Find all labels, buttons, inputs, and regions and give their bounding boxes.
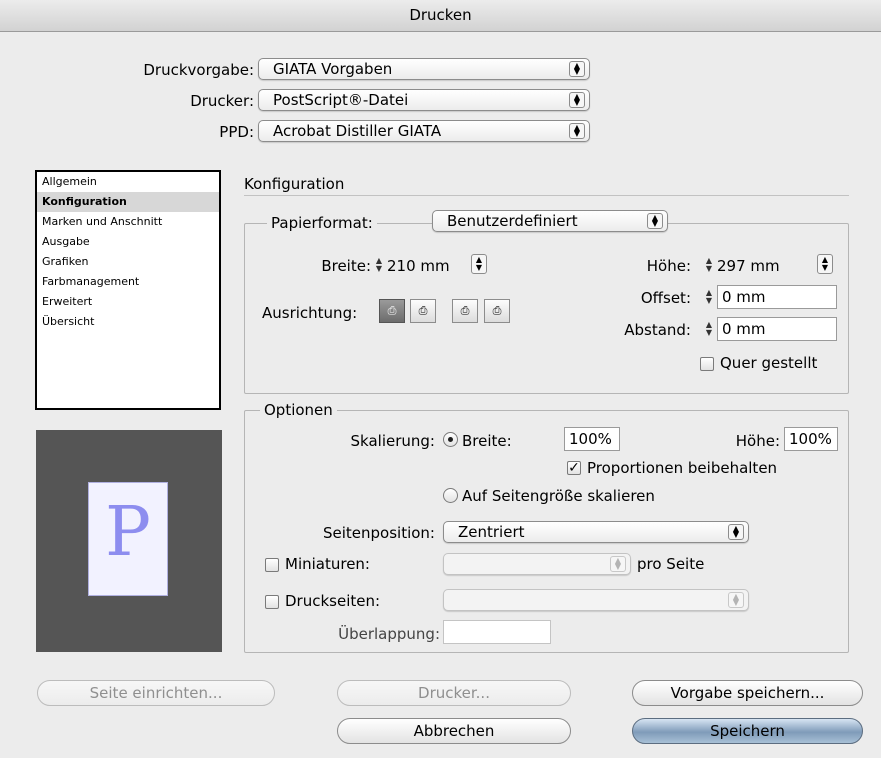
ppd-label: PPD: xyxy=(219,123,254,141)
overlap-label: Überlappung: xyxy=(338,625,440,643)
tiles-label: Druckseiten: xyxy=(285,592,381,610)
sidebar-item-konfiguration[interactable]: Konfiguration xyxy=(37,192,219,212)
gap-label: Abstand: xyxy=(624,321,691,339)
ppd-popup[interactable]: Acrobat Distiller GIATA ▲ ▼ xyxy=(258,120,590,142)
cancel-button[interactable]: Abbrechen xyxy=(337,718,571,744)
width-value[interactable]: 210 mm xyxy=(387,257,450,275)
ppd-value: Acrobat Distiller GIATA xyxy=(273,122,442,140)
paper-format-value: Benutzerdefiniert xyxy=(447,212,578,230)
thumbnails-label: Miniaturen: xyxy=(285,555,370,573)
height-value[interactable]: 297 mm xyxy=(717,257,780,275)
proportions-checkbox[interactable]: ✓ xyxy=(567,461,581,475)
page-position-value: Zentriert xyxy=(458,523,525,541)
overlap-field[interactable] xyxy=(443,620,551,644)
tiles-checkbox[interactable] xyxy=(265,595,279,609)
category-list[interactable]: Allgemein Konfiguration Marken und Ansch… xyxy=(35,170,221,410)
popup-arrows-icon: ▲ ▼ xyxy=(647,213,663,229)
window-title: Drucken xyxy=(409,6,472,24)
sidebar-item-grafiken[interactable]: Grafiken xyxy=(37,252,219,272)
save-button[interactable]: Speichern xyxy=(632,718,863,744)
page-setup-button[interactable]: Seite einrichten... xyxy=(37,680,275,706)
sidebar-item-allgemein[interactable]: Allgemein xyxy=(37,172,219,192)
scale-height-label: Höhe: xyxy=(735,432,780,450)
height-label: Höhe: xyxy=(646,257,691,275)
save-preset-button[interactable]: Vorgabe speichern... xyxy=(632,680,863,706)
scale-width-label: Breite: xyxy=(462,432,512,450)
orientation-landscape-icon[interactable]: ⎙ xyxy=(410,299,436,323)
scale-width-field[interactable]: 100% xyxy=(564,427,620,451)
options-title: Optionen xyxy=(260,401,337,419)
preview-page: P xyxy=(88,482,168,596)
page-position-label: Seitenposition: xyxy=(322,524,435,542)
offset-label: Offset: xyxy=(640,289,691,307)
height-stepper-icon[interactable]: ▲ ▼ xyxy=(703,257,715,277)
per-page-label: pro Seite xyxy=(637,555,705,573)
offset-field[interactable]: 0 mm xyxy=(717,285,837,309)
sidebar-item-marken-und-anschnitt[interactable]: Marken und Anschnitt xyxy=(37,212,219,232)
popup-arrows-icon: ▲ ▼ xyxy=(610,556,626,572)
sidebar-item-erweitert[interactable]: Erweitert xyxy=(37,292,219,312)
paper-format-label: Papierformat: xyxy=(267,214,377,232)
drucker-value: PostScript®-Datei xyxy=(273,91,409,109)
fit-page-radio[interactable] xyxy=(443,488,458,503)
height-popup-arrows-icon[interactable]: ▲ ▼ xyxy=(817,254,833,274)
orientation-label: Ausrichtung: xyxy=(262,304,358,322)
druckvorgabe-popup[interactable]: GIATA Vorgaben ▲ ▼ xyxy=(258,58,590,80)
tiles-popup[interactable]: ▲ ▼ xyxy=(443,589,749,611)
popup-arrows-icon: ▲ ▼ xyxy=(728,592,744,608)
width-popup-arrows-icon[interactable]: ▲ ▼ xyxy=(471,254,487,274)
width-label: Breite: xyxy=(321,257,371,275)
paper-format-popup[interactable]: Benutzerdefiniert ▲ ▼ xyxy=(432,210,668,232)
page-position-popup[interactable]: Zentriert ▲ ▼ xyxy=(443,521,749,543)
orientation-landscape-reverse-icon[interactable]: ⎙ xyxy=(484,299,510,323)
printer-button[interactable]: Drucker... xyxy=(337,680,571,706)
scale-width-radio[interactable] xyxy=(443,432,458,447)
gap-field[interactable]: 0 mm xyxy=(717,317,837,341)
transverse-checkbox[interactable] xyxy=(700,357,714,371)
gap-stepper-icon[interactable]: ▲ ▼ xyxy=(703,321,715,341)
transverse-label: Quer gestellt xyxy=(720,354,818,372)
drucker-popup[interactable]: PostScript®-Datei ▲ ▼ xyxy=(258,89,590,111)
section-divider xyxy=(244,195,849,196)
popup-arrows-icon: ▲ ▼ xyxy=(569,61,585,77)
sidebar-item-farbmanagement[interactable]: Farbmanagement xyxy=(37,272,219,292)
sidebar-item-uebersicht[interactable]: Übersicht xyxy=(37,312,219,332)
druckvorgabe-label: Druckvorgabe: xyxy=(143,61,254,79)
druckvorgabe-value: GIATA Vorgaben xyxy=(273,60,393,78)
scaling-label: Skalierung: xyxy=(350,432,435,450)
width-stepper-icon[interactable]: ▲ ▼ xyxy=(373,257,385,277)
proportions-label: Proportionen beibehalten xyxy=(587,459,778,477)
drucker-label: Drucker: xyxy=(190,92,254,110)
orientation-portrait-icon[interactable]: ⎙ xyxy=(379,299,405,323)
popup-arrows-icon: ▲ ▼ xyxy=(569,123,585,139)
sidebar-item-ausgabe[interactable]: Ausgabe xyxy=(37,232,219,252)
window-title-bar: Drucken xyxy=(0,0,881,32)
popup-arrows-icon: ▲ ▼ xyxy=(728,524,744,540)
thumbnails-popup[interactable]: ▲ ▼ xyxy=(443,553,631,575)
thumbnails-checkbox[interactable] xyxy=(265,558,279,572)
popup-arrows-icon: ▲ ▼ xyxy=(569,92,585,108)
scale-height-field[interactable]: 100% xyxy=(784,427,838,451)
orientation-portrait-reverse-icon[interactable]: ⎙ xyxy=(452,299,478,323)
fit-page-label: Auf Seitengröße skalieren xyxy=(462,487,655,505)
page-preview: P xyxy=(36,430,222,652)
section-title: Konfiguration xyxy=(244,175,345,193)
preview-page-glyph: P xyxy=(105,493,151,572)
offset-stepper-icon[interactable]: ▲ ▼ xyxy=(703,289,715,309)
